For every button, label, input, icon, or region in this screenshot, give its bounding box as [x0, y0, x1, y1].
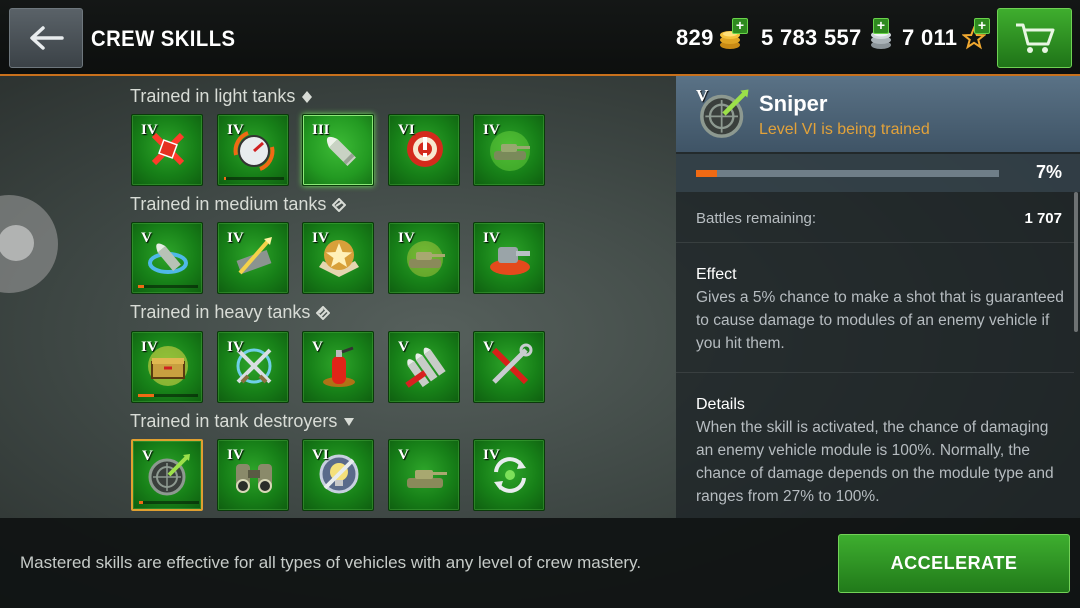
skill-level: IV [312, 230, 329, 246]
training-progress-bar [696, 170, 999, 177]
skill-progress-bar [138, 394, 198, 397]
gold-value: 829 [676, 25, 714, 50]
section-title-light: Trained in light tanks [130, 86, 313, 107]
skill-name: Sniper [759, 91, 828, 116]
skill-level: IV [398, 230, 415, 246]
add-credits-button[interactable]: + [873, 18, 889, 34]
skill-level: VI [312, 447, 329, 463]
battles-remaining-label: Battles remaining: [696, 210, 817, 227]
skill-progress-bar [224, 177, 284, 180]
top-bar: CREW SKILLS 829 + 5 783 557 + 7 011 + [0, 0, 1080, 76]
skill-tile[interactable]: VI [302, 439, 374, 511]
back-button[interactable] [9, 8, 83, 68]
skill-level: IV [483, 230, 500, 246]
skill-tile[interactable]: VI [388, 114, 460, 186]
tank-destroyer-class-icon [344, 417, 355, 426]
mastery-note: Mastered skills are effective for all ty… [20, 553, 642, 572]
section-title-td: Trained in tank destroyers [130, 411, 355, 432]
skill-level: VI [398, 122, 415, 138]
skill-level: III [312, 122, 330, 138]
skill-level: V [142, 448, 153, 464]
divider [676, 242, 1074, 243]
heavy-tank-class-icon [316, 305, 331, 320]
effect-text: Gives a 5% chance to make a shot that is… [696, 289, 1064, 352]
skill-detail-level: V [696, 86, 709, 105]
skill-level: V [141, 230, 152, 246]
skill-progress-fill [138, 394, 154, 397]
skill-level: IV [141, 122, 158, 138]
skill-tile-selected[interactable]: V [131, 439, 203, 511]
skill-tile[interactable]: IV [131, 114, 203, 186]
effect-heading: Effect [696, 266, 737, 283]
skill-progress-fill [139, 501, 144, 504]
arrow-left-icon [30, 26, 64, 50]
battles-remaining-value: 1 707 [1024, 210, 1062, 227]
skill-tile[interactable]: IV [217, 222, 289, 294]
shop-cart-button[interactable] [997, 8, 1072, 68]
section-title-medium: Trained in medium tanks [130, 194, 347, 215]
skill-tile[interactable]: V [302, 331, 374, 403]
skill-tile[interactable]: IV [217, 331, 289, 403]
divider [676, 372, 1074, 373]
section-title-label: Trained in tank destroyers [130, 411, 338, 431]
training-progress-fill [696, 170, 718, 177]
skill-level: V [398, 339, 409, 355]
skill-tile[interactable]: III [302, 114, 374, 186]
add-gold-button[interactable]: + [732, 18, 748, 34]
skill-level: IV [227, 122, 244, 138]
training-progress-percent: 7% [1035, 162, 1062, 182]
skill-tile[interactable]: V [473, 331, 545, 403]
details-text: When the skill is activated, the chance … [696, 419, 1054, 505]
skill-level: IV [227, 339, 244, 355]
skill-tile[interactable]: IV [217, 114, 289, 186]
skill-level: V [312, 339, 323, 355]
skill-tile[interactable]: IV [217, 439, 289, 511]
skill-tile[interactable]: IV [473, 439, 545, 511]
accelerate-button[interactable]: ACCELERATE [838, 534, 1070, 593]
cart-icon [1015, 23, 1054, 53]
skill-progress-bar [138, 285, 198, 288]
skill-level: V [483, 339, 494, 355]
medium-tank-class-icon [332, 197, 347, 212]
add-free-xp-button[interactable]: + [974, 18, 990, 34]
skill-tile[interactable]: IV [388, 222, 460, 294]
skill-tile[interactable]: V [131, 222, 203, 294]
skill-progress-bar [139, 501, 199, 504]
skill-detail-header: V Sniper Level VI is being trained [676, 76, 1080, 152]
credits-counter[interactable]: 5 783 557 + [761, 18, 894, 54]
skill-tile[interactable]: V [388, 439, 460, 511]
skill-tile[interactable]: IV [473, 114, 545, 186]
skill-level: IV [483, 122, 500, 138]
skill-level: V [398, 447, 409, 463]
gold-counter[interactable]: 829 + [676, 18, 748, 54]
battles-remaining-row: Battles remaining: 1 707 [696, 210, 1062, 227]
skill-training-status: Level VI is being trained [759, 121, 930, 138]
skill-level: IV [141, 339, 158, 355]
detail-scrollbar[interactable] [1074, 192, 1078, 332]
light-tank-class-icon [302, 90, 313, 103]
details-heading: Details [696, 396, 745, 413]
page-title: CREW SKILLS [91, 26, 236, 51]
skill-tile[interactable]: V [388, 331, 460, 403]
free-xp-counter[interactable]: 7 011 + [902, 18, 990, 54]
training-progress-row: 7% [676, 154, 1080, 192]
bottom-bar: Mastered skills are effective for all ty… [0, 518, 1080, 608]
skill-progress-fill [224, 177, 226, 180]
skill-level: IV [483, 447, 500, 463]
skill-detail-panel: V Sniper Level VI is being trained 7% Ba… [676, 76, 1080, 518]
section-title-label: Trained in heavy tanks [130, 302, 311, 322]
side-drag-handle[interactable] [0, 195, 58, 293]
skill-level: IV [227, 447, 244, 463]
skill-tile[interactable]: IV [131, 331, 203, 403]
skill-tile[interactable]: IV [302, 222, 374, 294]
credits-value: 5 783 557 [761, 25, 862, 50]
free-xp-value: 7 011 [902, 25, 958, 50]
skill-level: IV [227, 230, 244, 246]
skill-progress-fill [138, 285, 144, 288]
skill-tile[interactable]: IV [473, 222, 545, 294]
section-title-label: Trained in medium tanks [130, 194, 327, 214]
section-title-label: Trained in light tanks [130, 86, 296, 106]
section-title-heavy: Trained in heavy tanks [130, 302, 331, 323]
